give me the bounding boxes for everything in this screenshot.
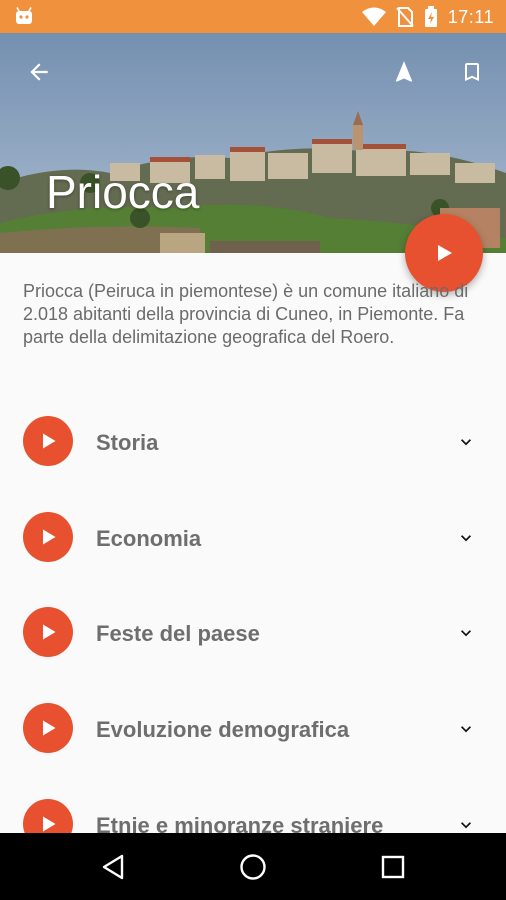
play-icon (43, 529, 56, 545)
play-icon (43, 720, 56, 736)
bookmark-icon (465, 63, 479, 81)
page-title: Priocca (46, 166, 200, 218)
android-icon (16, 7, 32, 24)
chevron-down-icon[interactable] (456, 623, 476, 643)
back-triangle-icon (102, 854, 124, 880)
navigation-icon (395, 61, 413, 82)
section-label: Economia (96, 525, 202, 551)
battery-charging-icon (424, 6, 437, 27)
status-bar: 17:11 (0, 0, 506, 33)
play-icon (438, 245, 452, 261)
chevron-down-icon[interactable] (456, 432, 476, 452)
bookmark-button[interactable] (452, 52, 492, 92)
home-circle-icon (240, 854, 266, 880)
nav-recents-button[interactable] (377, 851, 409, 883)
navigate-button[interactable] (384, 52, 424, 92)
section-label: Feste del paese (96, 621, 260, 647)
nav-back-button[interactable] (97, 851, 129, 883)
chevron-down-icon[interactable] (456, 719, 476, 739)
section-label: Evoluzione demografica (96, 717, 350, 743)
back-button[interactable] (19, 52, 59, 92)
chevron-down-icon[interactable] (456, 815, 476, 835)
section-label: Storia (96, 430, 159, 455)
play-icon (43, 433, 56, 449)
wifi-icon (361, 7, 386, 26)
chevron-down-icon[interactable] (456, 528, 476, 548)
section-play-button[interactable] (23, 703, 73, 754)
recents-square-icon (381, 855, 405, 879)
play-icon (43, 624, 56, 640)
section-item[interactable]: Evoluzione demografica (0, 679, 506, 775)
back-arrow-icon (30, 63, 48, 81)
section-play-button[interactable] (23, 511, 73, 562)
section-play-button[interactable] (23, 416, 73, 466)
no-sim-icon (396, 7, 414, 27)
nav-home-button[interactable] (237, 851, 269, 883)
section-list: Storia Economia Feste del paese Evoluzio… (0, 392, 506, 870)
section-item[interactable]: Storia (0, 392, 506, 488)
system-nav-bar (0, 833, 506, 900)
section-item[interactable]: Economia (0, 488, 506, 584)
play-icon (43, 816, 56, 832)
section-item[interactable]: Feste del paese (0, 583, 506, 679)
section-play-button[interactable] (23, 607, 73, 658)
status-time: 17:11 (447, 6, 494, 27)
intro-text: Priocca (Peiruca in piemontese) è un com… (23, 281, 469, 347)
